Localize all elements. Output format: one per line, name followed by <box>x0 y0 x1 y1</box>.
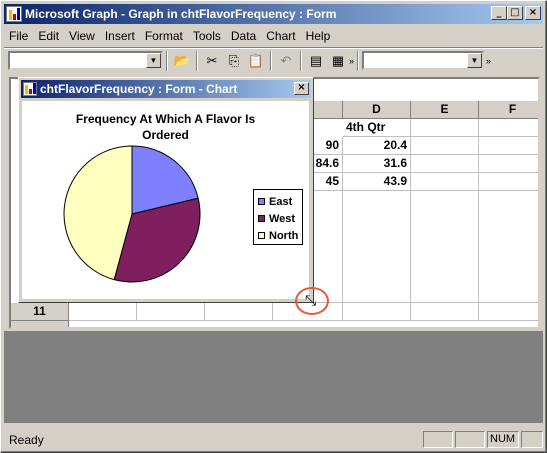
folder-open-icon[interactable]: 📂 <box>171 50 193 72</box>
chevron-down-icon[interactable]: ▼ <box>467 53 483 68</box>
row-header-12[interactable] <box>11 321 69 327</box>
form-background <box>4 331 543 423</box>
chart-objects-dropdown[interactable]: ▼ <box>8 51 163 70</box>
legend-label-west: West <box>269 212 296 225</box>
cell-e-north[interactable] <box>411 173 479 191</box>
legend-label-east: East <box>269 195 293 208</box>
standard-toolbar: ▼ 📂 ✂ ⎘ 📋 ↶ ▤ ▦ » ▼ » <box>4 47 543 73</box>
minimize-button[interactable]: _ <box>491 6 507 20</box>
legend-entry-north: North <box>258 227 302 244</box>
graph-app-icon <box>23 82 37 96</box>
cell-f-west[interactable] <box>479 155 538 173</box>
cell-d-header[interactable]: 4th Qtr <box>343 119 411 137</box>
chart-close-button[interactable]: × <box>294 82 309 95</box>
chart-window-title-bar[interactable]: chtFlavorFrequency : Form - Chart × <box>21 80 311 98</box>
cell-d-11[interactable] <box>343 303 411 321</box>
maximize-button[interactable]: □ <box>507 6 523 20</box>
cell-f-11[interactable] <box>479 303 538 321</box>
undo-icon[interactable]: ↶ <box>275 50 297 72</box>
cell-b-11[interactable] <box>137 303 205 321</box>
cell-e-11[interactable] <box>411 303 479 321</box>
resize-cursor-icon[interactable]: ⤡ <box>305 293 316 309</box>
paste-icon[interactable]: 📋 <box>245 50 267 72</box>
num-lock-indicator: NUM <box>487 431 519 448</box>
cell-b2-11[interactable] <box>205 303 273 321</box>
chart-window-title: chtFlavorFrequency : Form - Chart <box>40 82 238 96</box>
window-title: Microsoft Graph - Graph in chtFlavorFreq… <box>25 7 337 21</box>
cell-e-header[interactable] <box>411 119 479 137</box>
title-bar[interactable]: Microsoft Graph - Graph in chtFlavorFreq… <box>4 4 543 24</box>
row-header-11[interactable]: 11 <box>11 303 69 321</box>
legend-swatch-east <box>258 198 265 205</box>
main-window: Microsoft Graph - Graph in chtFlavorFreq… <box>0 0 547 453</box>
close-button[interactable]: × <box>525 6 541 20</box>
copy-icon[interactable]: ⎘ <box>223 50 245 72</box>
chart-area[interactable]: Frequency At Which A Flavor Is Ordered E… <box>22 101 309 299</box>
cell-f-empty[interactable] <box>479 191 538 303</box>
graph-app-icon <box>6 6 22 22</box>
menu-insert[interactable]: Insert <box>100 29 140 43</box>
chart-legend[interactable]: East West North <box>253 189 303 245</box>
menu-chart[interactable]: Chart <box>261 29 300 43</box>
menu-bar: File Edit View Insert Format Tools Data … <box>4 26 543 45</box>
cell-f-north[interactable] <box>479 173 538 191</box>
cell-d-east[interactable]: 20.4 <box>343 137 411 155</box>
datasheet-icon[interactable]: ▦ <box>327 50 349 72</box>
cell-f-header[interactable] <box>479 119 538 137</box>
cell-e-empty[interactable] <box>411 191 479 303</box>
menu-data[interactable]: Data <box>226 29 261 43</box>
menu-edit[interactable]: Edit <box>33 29 64 43</box>
chevron-down-icon[interactable]: ▼ <box>146 53 161 68</box>
menu-file[interactable]: File <box>4 29 33 43</box>
toolbar-more-icon[interactable]: » <box>486 56 491 66</box>
cell-d-west[interactable]: 31.6 <box>343 155 411 173</box>
legend-swatch-west <box>258 215 265 222</box>
menu-help[interactable]: Help <box>301 29 336 43</box>
legend-label-north: North <box>269 229 299 242</box>
column-header-d[interactable]: D <box>343 101 411 119</box>
cell-e-east[interactable] <box>411 137 479 155</box>
status-panel <box>521 431 543 448</box>
by-row-icon[interactable]: ▤ <box>305 50 327 72</box>
status-text: Ready <box>9 432 44 447</box>
menu-tools[interactable]: Tools <box>188 29 226 43</box>
format-dropdown[interactable]: ▼ <box>362 51 485 70</box>
status-bar: Ready NUM <box>4 429 543 450</box>
cut-icon[interactable]: ✂ <box>201 50 223 72</box>
cell-d-north[interactable]: 43.9 <box>343 173 411 191</box>
cell-d-empty[interactable] <box>343 191 411 303</box>
legend-entry-east: East <box>258 193 302 210</box>
menu-format[interactable]: Format <box>140 29 188 43</box>
legend-entry-west: West <box>258 210 302 227</box>
cell-e-west[interactable] <box>411 155 479 173</box>
toolbar-more-icon[interactable]: » <box>349 56 354 66</box>
cell-f-east[interactable] <box>479 137 538 155</box>
menu-view[interactable]: View <box>64 29 100 43</box>
status-panel <box>423 431 453 448</box>
legend-swatch-north <box>258 232 265 239</box>
chart-window[interactable]: chtFlavorFrequency : Form - Chart × Freq… <box>18 77 314 303</box>
cell-a-11[interactable] <box>69 303 137 321</box>
column-header-f[interactable]: F <box>479 101 538 119</box>
column-header-e[interactable]: E <box>411 101 479 119</box>
status-panel <box>455 431 485 448</box>
